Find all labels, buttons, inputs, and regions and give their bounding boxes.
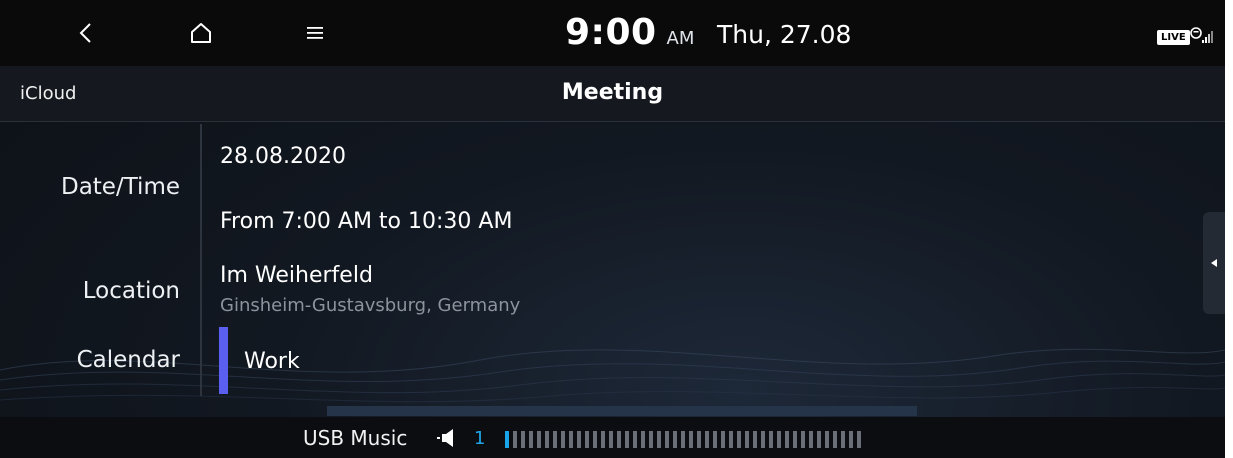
event-calendar-name: Work <box>244 349 300 374</box>
volume-tick <box>681 431 685 448</box>
side-panel-handle[interactable] <box>1203 212 1225 314</box>
volume-bar[interactable] <box>505 431 861 448</box>
volume-tick <box>785 431 789 448</box>
phone-signal-icon <box>1190 27 1213 43</box>
volume-tick <box>721 431 725 448</box>
volume-tick <box>777 431 781 448</box>
volume-tick <box>833 431 837 448</box>
home-button[interactable] <box>178 15 224 51</box>
volume-tick <box>609 431 613 448</box>
volume-tick <box>553 431 557 448</box>
event-date: 28.08.2020 <box>220 144 346 169</box>
volume-tick <box>561 431 565 448</box>
calendar-label: Calendar <box>76 347 180 373</box>
home-icon <box>191 23 211 43</box>
event-time-range: From 7:00 AM to 10:30 AM <box>220 209 513 234</box>
volume-tick <box>849 431 853 448</box>
column-divider <box>200 124 202 396</box>
volume-tick <box>697 431 701 448</box>
volume-tick <box>665 431 669 448</box>
volume-tick <box>825 431 829 448</box>
volume-tick <box>577 431 581 448</box>
volume-tick <box>529 431 533 448</box>
bottom-bar: USB Music 1 <box>0 417 1225 458</box>
volume-tick <box>673 431 677 448</box>
status-bar: 9:00 AM Thu, 27.08 LIVE <box>0 0 1225 66</box>
status-date: Thu, 27.08 <box>717 20 852 49</box>
volume-tick <box>505 431 509 448</box>
volume-tick <box>521 431 525 448</box>
volume-tick <box>513 431 517 448</box>
speaker-icon[interactable] <box>434 429 456 447</box>
volume-tick <box>801 431 805 448</box>
page-title: Meeting <box>561 80 664 105</box>
location-label: Location <box>82 278 180 304</box>
volume-tick <box>841 431 845 448</box>
live-badge: LIVE <box>1157 30 1190 45</box>
volume-tick <box>809 431 813 448</box>
volume-tick <box>729 431 733 448</box>
volume-tick <box>585 431 589 448</box>
volume-tick <box>641 431 645 448</box>
volume-tick <box>793 431 797 448</box>
volume-tick <box>713 431 717 448</box>
volume-tick <box>649 431 653 448</box>
volume-tick <box>705 431 709 448</box>
volume-tick <box>633 431 637 448</box>
clock: 9:00 AM <box>565 12 694 56</box>
volume-tick <box>657 431 661 448</box>
event-location-name: Im Weiherfeld <box>220 263 373 288</box>
datetime-label: Date/Time <box>60 174 180 200</box>
clock-ampm: AM <box>666 28 695 49</box>
volume-tick <box>537 431 541 448</box>
back-button[interactable] <box>62 15 108 51</box>
media-source-label[interactable]: USB Music <box>303 426 407 450</box>
title-bar: iCloud Meeting <box>0 66 1225 122</box>
volume-value: 1 <box>474 428 486 449</box>
event-details: Date/Time Location Calendar 28.08.2020 F… <box>0 122 1200 417</box>
screen: 9:00 AM Thu, 27.08 LIVE iCloud Meeting D… <box>0 0 1233 458</box>
volume-tick <box>545 431 549 448</box>
volume-tick <box>817 431 821 448</box>
volume-tick <box>753 431 757 448</box>
volume-tick <box>625 431 629 448</box>
menu-button[interactable] <box>292 15 338 51</box>
hamburger-menu-icon <box>307 27 323 39</box>
scroll-indicator[interactable] <box>327 406 917 416</box>
chevron-left-icon <box>79 23 91 43</box>
outer-frame <box>1225 0 1233 458</box>
volume-tick <box>745 431 749 448</box>
volume-tick <box>593 431 597 448</box>
volume-tick <box>617 431 621 448</box>
event-location-detail: Ginsheim-Gustavsburg, Germany <box>220 295 521 316</box>
volume-tick <box>737 431 741 448</box>
calendar-color-bar <box>219 327 228 394</box>
volume-tick <box>601 431 605 448</box>
volume-tick <box>761 431 765 448</box>
caret-left-icon <box>1211 259 1217 267</box>
volume-tick <box>569 431 573 448</box>
volume-tick <box>857 431 861 448</box>
volume-tick <box>689 431 693 448</box>
volume-tick <box>769 431 773 448</box>
clock-time: 9:00 <box>565 12 657 53</box>
